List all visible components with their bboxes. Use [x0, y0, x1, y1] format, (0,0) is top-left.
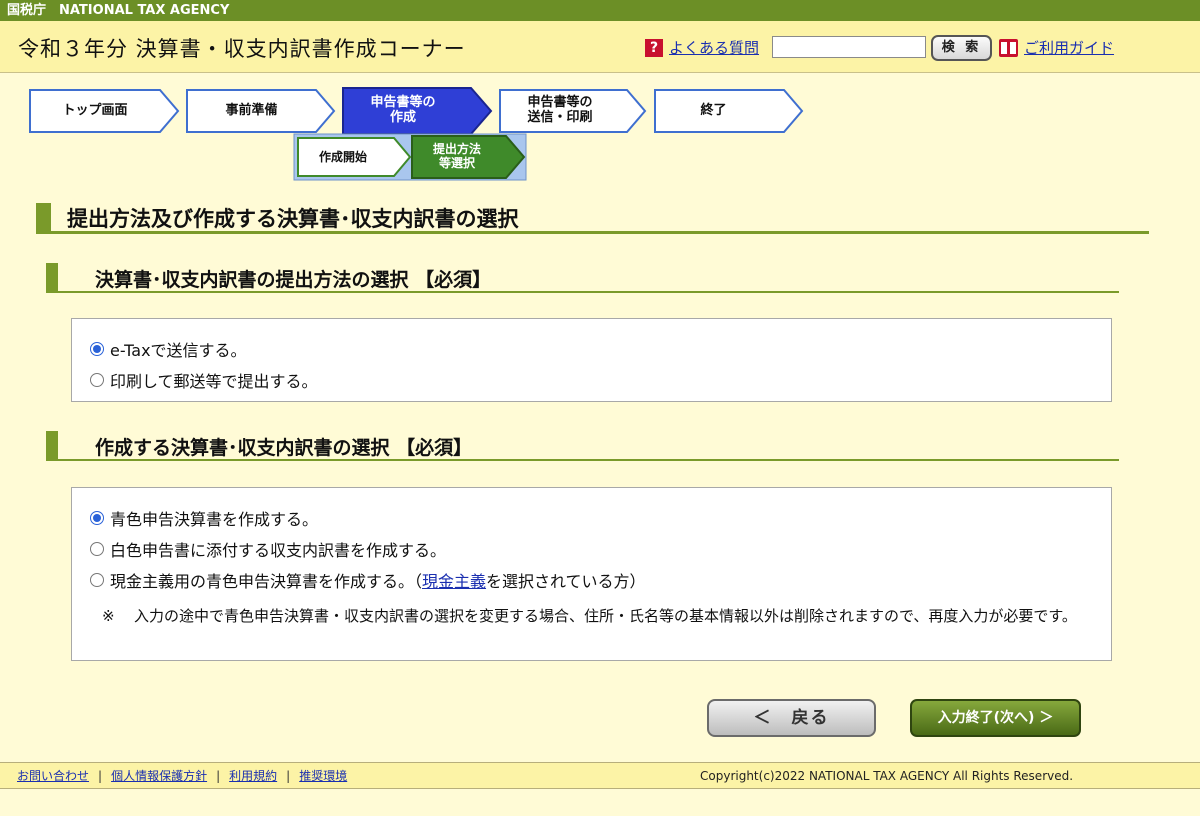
- note-text: 入力の途中で青色申告決算書・収支内訳書の選択を変更する場合、住所・氏名等の基本情…: [134, 607, 1077, 625]
- step-send: 申告書等の 送信・印刷: [500, 95, 620, 125]
- step-prep: 事前準備: [187, 103, 316, 118]
- step-top-label: トップ画面: [62, 103, 128, 118]
- footer-links: お問い合わせ | 個人情報保護方針 | 利用規約 | 推奨環境: [17, 763, 347, 789]
- step-top: トップ画面: [30, 103, 160, 118]
- radio-white-return[interactable]: [90, 542, 104, 556]
- option-white-return-label: 白色申告書に添付する収支内訳書を作成する。: [110, 541, 447, 560]
- next-button[interactable]: 入力終了(次へ) ＞: [910, 699, 1081, 737]
- footer-separator: |: [286, 769, 291, 783]
- radio-print[interactable]: [90, 373, 104, 387]
- option-print-label: 印刷して郵送等で提出する。: [110, 372, 318, 391]
- copyright: Copyright(c)2022 NATIONAL TAX AGENCY All…: [700, 769, 1074, 783]
- step-create-label-1: 申告書等の: [370, 95, 436, 110]
- footer-link-contact[interactable]: お問い合わせ: [17, 769, 89, 783]
- option-print[interactable]: 印刷して郵送等で提出する。: [90, 368, 318, 392]
- option-blue-return-label: 青色申告決算書を作成する。: [110, 510, 319, 529]
- main-heading: 提出方法及び作成する決算書･収支内訳書の選択: [36, 203, 1149, 234]
- submission-heading-text: 決算書･収支内訳書の提出方法の選択 【必須】: [95, 269, 492, 291]
- radio-etax[interactable]: [90, 342, 104, 356]
- step-create-label-2: 作成: [389, 110, 416, 125]
- sub-step-start: 作成開始: [298, 150, 388, 165]
- option-white-return[interactable]: 白色申告書に添付する収支内訳書を作成する。: [90, 537, 446, 561]
- sub-step-select-label-2: 等選択: [438, 156, 475, 170]
- option-etax-label: e-Taxで送信する。: [110, 341, 247, 360]
- sub-step-select-label-1: 提出方法: [432, 142, 481, 156]
- step-send-label-1: 申告書等の: [527, 95, 593, 110]
- option-blue-return[interactable]: 青色申告決算書を作成する。: [90, 506, 318, 530]
- submission-heading: 決算書･収支内訳書の提出方法の選択 【必須】: [46, 263, 1119, 293]
- document-options-box: 青色申告決算書を作成する。 白色申告書に添付する収支内訳書を作成する。 現金主義…: [71, 487, 1112, 661]
- note-mark: ※: [102, 607, 115, 625]
- document-heading: 作成する決算書･収支内訳書の選択 【必須】: [46, 431, 1119, 461]
- radio-cash-basis[interactable]: [90, 573, 104, 587]
- step-prep-label: 事前準備: [225, 103, 278, 118]
- footer-separator: |: [216, 769, 221, 783]
- step-end: 終了: [655, 103, 772, 118]
- footer: お問い合わせ | 個人情報保護方針 | 利用規約 | 推奨環境 Copyright(c)20…: [0, 763, 1200, 789]
- option-etax[interactable]: e-Taxで送信する。: [90, 337, 247, 361]
- cash-basis-link[interactable]: 現金主義: [422, 568, 486, 592]
- step-create: 申告書等の 作成: [343, 95, 463, 125]
- sub-step-select: 提出方法 等選択: [412, 142, 502, 170]
- document-heading-text: 作成する決算書･収支内訳書の選択 【必須】: [95, 437, 473, 459]
- footer-link-environment[interactable]: 推奨環境: [299, 769, 347, 783]
- footer-link-privacy[interactable]: 個人情報保護方針: [111, 769, 207, 783]
- option-cash-basis[interactable]: 現金主義用の青色申告決算書を作成する。（ 現金主義 を選択されている方）: [90, 568, 646, 592]
- radio-blue-return[interactable]: [90, 511, 104, 525]
- sub-step-start-label: 作成開始: [318, 150, 367, 164]
- option-cash-basis-label-before: 現金主義用の青色申告決算書を作成する。（: [110, 572, 423, 591]
- back-button[interactable]: ＜ 戻る: [707, 699, 876, 737]
- submission-options-box: e-Taxで送信する。 印刷して郵送等で提出する。: [71, 318, 1112, 402]
- footer-separator: |: [98, 769, 103, 783]
- step-end-label: 終了: [700, 103, 727, 118]
- footer-link-terms[interactable]: 利用規約: [229, 769, 277, 783]
- step-send-label-2: 送信・印刷: [527, 110, 593, 125]
- option-cash-basis-label-after: を選択されている方）: [486, 572, 646, 591]
- main-heading-text: 提出方法及び作成する決算書･収支内訳書の選択: [67, 207, 519, 231]
